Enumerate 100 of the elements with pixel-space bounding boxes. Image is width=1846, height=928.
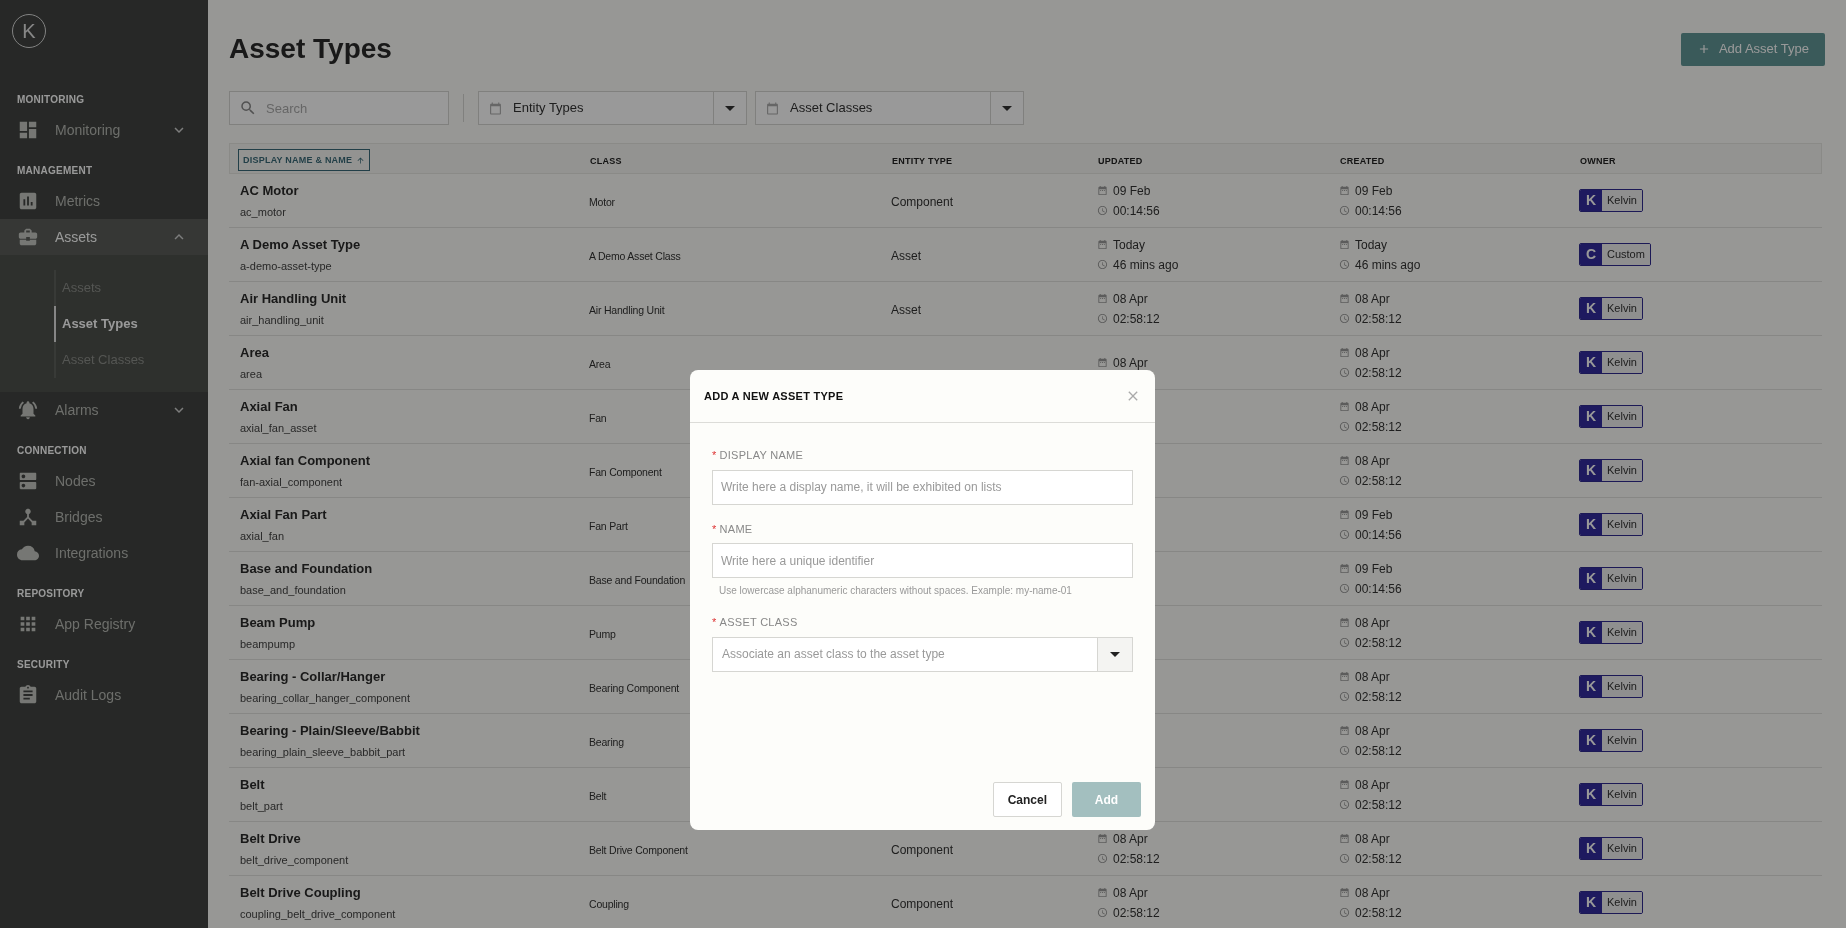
calendar-icon: [1339, 239, 1350, 250]
row-subtitle: fan-axial_component: [240, 474, 344, 490]
clock-icon: [1339, 799, 1350, 810]
table-cell: Air Handling Unit: [589, 303, 665, 316]
time-text: 46 mins ago: [1355, 256, 1421, 274]
date-text: 09 Feb: [1355, 506, 1393, 524]
table-cell: Base and Foundation: [589, 573, 686, 586]
clock-icon: [1339, 853, 1350, 864]
nav-item[interactable]: Metrics: [0, 183, 208, 219]
time-text: 02:58:12: [1355, 742, 1402, 760]
table-cell: Fan: [589, 411, 607, 424]
field-hint: Use lowercase alphanumeric characters without spaces. Example: my-name-01: [718, 584, 1073, 598]
date-text: 09 Feb: [1355, 560, 1393, 578]
time-text: 02:58:12: [1355, 796, 1402, 814]
row-subtitle: ac_motor: [240, 204, 287, 220]
nav-item[interactable]: Bridges: [0, 499, 208, 535]
column-header[interactable]: OWNER: [1580, 155, 1616, 166]
input-field[interactable]: Write here a display name, it will be exhibited on lists: [712, 469, 1133, 505]
nav-item[interactable]: Audit Logs: [0, 677, 208, 713]
date-text: 08 Apr: [1355, 452, 1390, 470]
table-cell: Asset: [891, 248, 921, 263]
nav-item[interactable]: Nodes: [0, 463, 208, 499]
table-cell: Component: [891, 842, 954, 857]
table-cell: A Demo Asset Class: [589, 249, 681, 262]
filter-select[interactable]: Entity Types: [478, 91, 747, 125]
briefcase-icon: [17, 226, 39, 248]
row-title: Bearing - Plain/Sleeve/Babbit: [240, 722, 421, 740]
input-field[interactable]: Write here a unique identifier: [712, 543, 1133, 578]
table-cell: Component: [891, 194, 954, 209]
field-label: * DISPLAY NAME: [712, 448, 805, 463]
owner-badge: K Kelvin: [1579, 405, 1643, 428]
column-header[interactable]: CREATED: [1340, 155, 1385, 166]
nav-item[interactable]: Monitoring: [0, 112, 208, 148]
hub-icon: [17, 506, 39, 528]
clock-icon: [1339, 637, 1350, 648]
time-text: 00:14:56: [1355, 202, 1402, 220]
caret-icon: [1110, 651, 1120, 657]
time-text: 02:58:12: [1355, 310, 1402, 328]
clock-icon: [1339, 367, 1350, 378]
time-text: 00:14:56: [1355, 580, 1402, 598]
calendar-icon: [1339, 185, 1350, 196]
nav-item[interactable]: App Registry: [0, 606, 208, 642]
field-label: * NAME: [712, 521, 754, 537]
row-subtitle: air_handling_unit: [240, 312, 325, 328]
calendar-icon: [1339, 833, 1350, 844]
nav-item[interactable]: Assets: [0, 219, 208, 255]
clock-icon: [1339, 259, 1350, 270]
calendar-icon: [489, 101, 502, 115]
date-text: 08 Apr: [1355, 398, 1390, 416]
nav-item[interactable]: Alarms: [0, 392, 208, 428]
time-text: 02:58:12: [1355, 634, 1402, 652]
calendar-icon: [766, 101, 779, 115]
column-header[interactable]: CLASS: [590, 155, 622, 166]
row-title: Axial Fan: [240, 398, 299, 416]
row-subtitle: belt_part: [240, 798, 284, 814]
calendar-icon: [1339, 779, 1350, 790]
table-cell: Component: [891, 896, 954, 911]
time-text: 02:58:12: [1355, 418, 1402, 436]
select-field[interactable]: Associate an asset class to the asset type: [712, 636, 1133, 672]
row-title: Axial Fan Part: [240, 506, 328, 524]
row-subtitle: bearing_plain_sleeve_babbit_part: [240, 744, 407, 760]
column-header[interactable]: UPDATED: [1098, 155, 1143, 166]
table-cell: Fan Component: [589, 465, 662, 478]
filter-select[interactable]: Asset Classes: [755, 91, 1024, 125]
row-title: A Demo Asset Type: [240, 236, 362, 254]
nav-item[interactable]: Integrations: [0, 535, 208, 571]
row-title: Area: [240, 344, 270, 362]
date-text: Today: [1113, 236, 1146, 254]
calendar-icon: [1339, 401, 1350, 412]
date-text: 08 Apr: [1355, 722, 1390, 740]
row-subtitle: axial_fan: [240, 528, 286, 544]
clock-icon: [1339, 421, 1350, 432]
owner-badge: K Kelvin: [1579, 783, 1643, 806]
calendar-icon: [1097, 887, 1108, 898]
time-text: 00:14:56: [1355, 526, 1402, 544]
time-text: 00:14:56: [1113, 202, 1160, 220]
time-text: 02:58:12: [1113, 904, 1160, 922]
date-text: 08 Apr: [1355, 884, 1390, 902]
sorted-column-header[interactable]: DISPLAY NAME & NAME: [238, 149, 371, 172]
clock-icon: [1097, 313, 1108, 324]
time-text: 02:58:12: [1355, 688, 1402, 706]
owner-badge: K Kelvin: [1579, 891, 1643, 914]
calendar-icon: [1339, 563, 1350, 574]
owner-badge: K Kelvin: [1579, 189, 1643, 212]
add-asset-type-button[interactable]: Add Asset Type: [1680, 32, 1825, 66]
table-cell: Asset: [891, 302, 921, 317]
row-title: Base and Foundation: [240, 560, 374, 578]
caret-icon: [1002, 105, 1012, 111]
column-header[interactable]: ENTITY TYPE: [892, 155, 953, 166]
owner-badge: K Kelvin: [1579, 675, 1643, 698]
cancel-button[interactable]: Cancel: [992, 782, 1062, 817]
owner-badge: K Kelvin: [1579, 837, 1643, 860]
owner-badge: K Kelvin: [1579, 567, 1643, 590]
calendar-icon: [1097, 185, 1108, 196]
date-text: 09 Feb: [1355, 182, 1393, 200]
calendar-icon: [1097, 833, 1108, 844]
calendar-icon: [1339, 671, 1350, 682]
date-text: 08 Apr: [1355, 344, 1390, 362]
calendar-icon: [1339, 887, 1350, 898]
row-subtitle: area: [240, 366, 264, 382]
